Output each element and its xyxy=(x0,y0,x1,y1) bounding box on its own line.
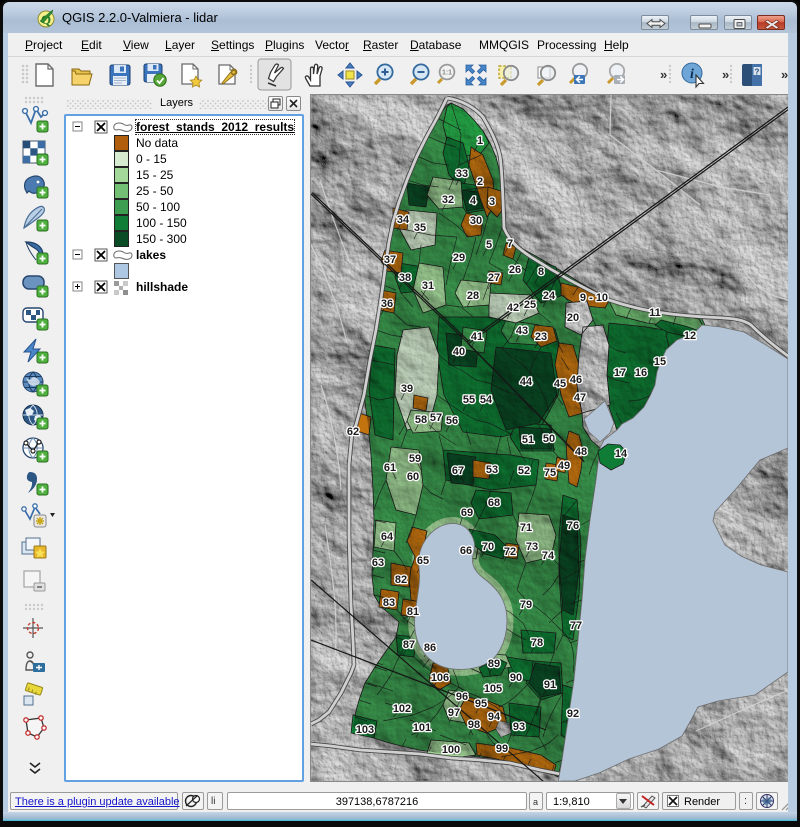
svg-text:69: 69 xyxy=(461,507,473,519)
svg-text:92: 92 xyxy=(567,708,579,720)
svg-text:12: 12 xyxy=(684,330,696,342)
svg-text:95: 95 xyxy=(475,698,487,710)
svg-text:30: 30 xyxy=(470,215,482,227)
svg-text:56: 56 xyxy=(446,415,458,427)
svg-text:106: 106 xyxy=(431,672,449,684)
svg-text:81: 81 xyxy=(407,606,419,618)
svg-text:98: 98 xyxy=(468,719,480,731)
svg-text:87: 87 xyxy=(403,639,415,651)
svg-text:27: 27 xyxy=(488,272,500,284)
svg-text:90: 90 xyxy=(510,672,522,684)
svg-text:1: 1 xyxy=(477,135,483,147)
svg-text:i: i xyxy=(690,67,694,82)
svg-text:73: 73 xyxy=(526,541,538,553)
svg-text:62: 62 xyxy=(347,426,359,438)
svg-text:17: 17 xyxy=(614,367,626,379)
svg-text:94: 94 xyxy=(488,711,501,723)
svg-text:40: 40 xyxy=(453,346,465,358)
svg-text:35: 35 xyxy=(414,222,426,234)
svg-text:36: 36 xyxy=(381,298,393,310)
svg-text:48: 48 xyxy=(575,446,587,458)
svg-text:52: 52 xyxy=(518,465,530,477)
svg-text:51: 51 xyxy=(522,434,534,446)
svg-text:68: 68 xyxy=(488,497,500,509)
svg-text:16: 16 xyxy=(635,367,647,379)
svg-text:91: 91 xyxy=(544,679,556,691)
svg-text:23: 23 xyxy=(535,331,547,343)
svg-text:7: 7 xyxy=(507,238,513,250)
svg-text:»: » xyxy=(722,67,729,82)
svg-text:46: 46 xyxy=(570,374,582,386)
svg-text:31: 31 xyxy=(422,280,434,292)
svg-text:53: 53 xyxy=(486,464,498,476)
svg-text:86: 86 xyxy=(424,642,436,654)
svg-text:45: 45 xyxy=(554,378,566,390)
svg-text:15: 15 xyxy=(654,356,666,368)
svg-text:41: 41 xyxy=(471,331,483,343)
svg-text:96: 96 xyxy=(456,691,468,703)
svg-text:83: 83 xyxy=(383,597,395,609)
svg-text:71: 71 xyxy=(520,522,532,534)
svg-text:39: 39 xyxy=(401,383,413,395)
svg-text:20: 20 xyxy=(567,312,579,324)
svg-text:38: 38 xyxy=(399,272,411,284)
svg-text:33: 33 xyxy=(456,168,468,180)
svg-text:74: 74 xyxy=(542,550,555,562)
svg-text:25: 25 xyxy=(524,299,536,311)
svg-text:43: 43 xyxy=(516,325,528,337)
svg-text:28: 28 xyxy=(467,290,479,302)
svg-text:79: 79 xyxy=(520,599,532,611)
svg-text:93: 93 xyxy=(513,721,525,733)
svg-text:103: 103 xyxy=(356,724,374,736)
svg-text:5: 5 xyxy=(486,239,492,251)
svg-text:49: 49 xyxy=(558,460,570,472)
svg-text:60: 60 xyxy=(407,471,419,483)
svg-text:72: 72 xyxy=(504,546,516,558)
svg-text:61: 61 xyxy=(384,462,396,474)
svg-text:57: 57 xyxy=(430,412,442,424)
svg-text:14: 14 xyxy=(615,448,628,460)
svg-text:100: 100 xyxy=(442,744,460,756)
svg-text:37: 37 xyxy=(384,254,396,266)
svg-text:66: 66 xyxy=(460,545,472,557)
svg-text:101: 101 xyxy=(413,722,431,734)
svg-text:105: 105 xyxy=(484,683,502,695)
svg-text:75: 75 xyxy=(544,467,556,479)
svg-text:77: 77 xyxy=(570,620,582,632)
svg-text:65: 65 xyxy=(417,555,429,567)
svg-text:»: » xyxy=(660,67,667,82)
svg-text:67: 67 xyxy=(452,465,464,477)
svg-text:8: 8 xyxy=(538,266,544,278)
svg-text:44: 44 xyxy=(520,376,533,388)
svg-text:76: 76 xyxy=(567,520,579,532)
svg-text:2: 2 xyxy=(477,176,483,188)
svg-text:1:1: 1:1 xyxy=(442,70,452,77)
svg-text:50: 50 xyxy=(543,433,555,445)
svg-text:42: 42 xyxy=(507,302,519,314)
svg-text:26: 26 xyxy=(509,264,521,276)
svg-text:97: 97 xyxy=(448,707,460,719)
svg-text:63: 63 xyxy=(372,557,384,569)
svg-text:70: 70 xyxy=(482,541,494,553)
svg-text:64: 64 xyxy=(381,531,394,543)
svg-text:78: 78 xyxy=(531,637,543,649)
svg-text:59: 59 xyxy=(409,453,421,465)
svg-text:?: ? xyxy=(755,68,760,77)
svg-text:99: 99 xyxy=(496,743,508,755)
svg-text:55: 55 xyxy=(463,394,475,406)
svg-text:89: 89 xyxy=(488,658,500,670)
svg-text:4: 4 xyxy=(470,195,477,207)
svg-text:3: 3 xyxy=(489,196,495,208)
svg-text:102: 102 xyxy=(393,703,411,715)
svg-text:47: 47 xyxy=(574,392,586,404)
svg-text:34: 34 xyxy=(397,214,410,226)
svg-text:9 - 10: 9 - 10 xyxy=(580,292,608,304)
svg-text:29: 29 xyxy=(453,252,465,264)
svg-text:82: 82 xyxy=(395,574,407,586)
svg-text:58: 58 xyxy=(415,414,427,426)
svg-text:54: 54 xyxy=(480,394,493,406)
svg-text:24: 24 xyxy=(543,290,556,302)
svg-text:32: 32 xyxy=(442,194,454,206)
svg-text:11: 11 xyxy=(649,307,661,319)
